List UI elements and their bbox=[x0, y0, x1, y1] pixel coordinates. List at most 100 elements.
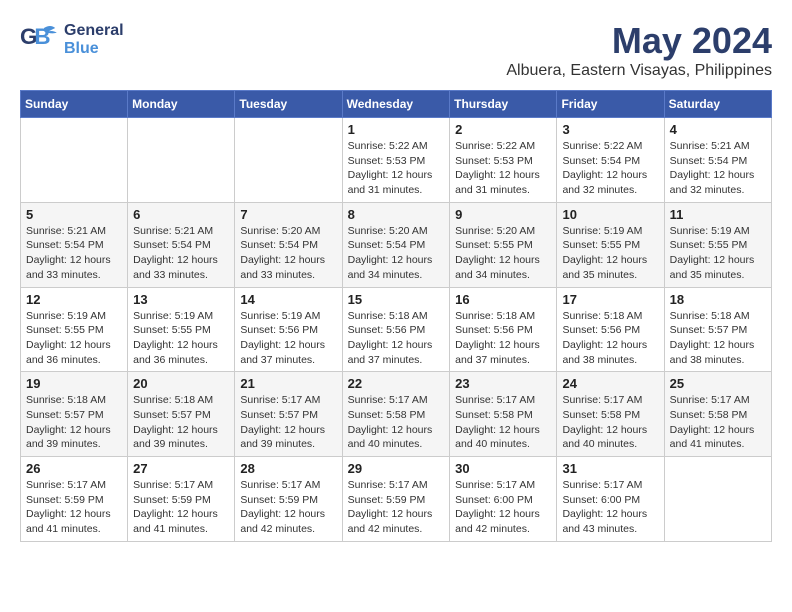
day-number: 21 bbox=[240, 376, 336, 391]
logo-label: General Blue bbox=[64, 22, 124, 57]
day-number: 13 bbox=[133, 292, 229, 307]
day-number: 30 bbox=[455, 461, 551, 476]
calendar-cell: 25 Sunrise: 5:17 AMSunset: 5:58 PMDayligh… bbox=[664, 372, 771, 457]
day-info: Sunrise: 5:22 AMSunset: 5:54 PMDaylight:… bbox=[562, 139, 658, 198]
weekday-header-tuesday: Tuesday bbox=[235, 91, 342, 118]
logo: G B General Blue bbox=[20, 20, 124, 60]
day-number: 6 bbox=[133, 207, 229, 222]
day-info: Sunrise: 5:18 AMSunset: 5:57 PMDaylight:… bbox=[26, 393, 122, 452]
calendar-cell: 15 Sunrise: 5:18 AMSunset: 5:56 PMDayligh… bbox=[342, 287, 450, 372]
day-info: Sunrise: 5:21 AMSunset: 5:54 PMDaylight:… bbox=[133, 224, 229, 283]
day-info: Sunrise: 5:17 AMSunset: 5:58 PMDaylight:… bbox=[562, 393, 658, 452]
day-number: 14 bbox=[240, 292, 336, 307]
day-info: Sunrise: 5:17 AMSunset: 5:59 PMDaylight:… bbox=[133, 478, 229, 537]
calendar-cell: 12Sunrise: 5:19 AMSunset: 5:55 PMDayligh… bbox=[21, 287, 128, 372]
day-info: Sunrise: 5:20 AMSunset: 5:54 PMDaylight:… bbox=[240, 224, 336, 283]
day-number: 26 bbox=[26, 461, 122, 476]
calendar-cell: 31 Sunrise: 5:17 AMSunset: 6:00 PMDayligh… bbox=[557, 457, 664, 542]
day-number: 16 bbox=[455, 292, 551, 307]
day-number: 10 bbox=[562, 207, 658, 222]
calendar-cell bbox=[235, 118, 342, 203]
calendar-cell: 21 Sunrise: 5:17 AMSunset: 5:57 PMDayligh… bbox=[235, 372, 342, 457]
day-number: 24 bbox=[562, 376, 658, 391]
calendar-cell: 24 Sunrise: 5:17 AMSunset: 5:58 PMDayligh… bbox=[557, 372, 664, 457]
calendar-cell: 5Sunrise: 5:21 AMSunset: 5:54 PMDaylight… bbox=[21, 202, 128, 287]
day-number: 22 bbox=[348, 376, 445, 391]
calendar-cell: 20Sunrise: 5:18 AMSunset: 5:57 PMDayligh… bbox=[128, 372, 235, 457]
week-row-2: 5Sunrise: 5:21 AMSunset: 5:54 PMDaylight… bbox=[21, 202, 772, 287]
calendar-cell: 3Sunrise: 5:22 AMSunset: 5:54 PMDaylight… bbox=[557, 118, 664, 203]
calendar-cell: 14 Sunrise: 5:19 AMSunset: 5:56 PMDayligh… bbox=[235, 287, 342, 372]
day-info: Sunrise: 5:18 AMSunset: 5:56 PMDaylight:… bbox=[455, 309, 551, 368]
calendar-cell: 11 Sunrise: 5:19 AMSunset: 5:55 PMDayligh… bbox=[664, 202, 771, 287]
calendar-cell: 30 Sunrise: 5:17 AMSunset: 6:00 PMDayligh… bbox=[450, 457, 557, 542]
day-info: Sunrise: 5:19 AMSunset: 5:56 PMDaylight:… bbox=[240, 309, 336, 368]
day-info: Sunrise: 5:17 AMSunset: 5:58 PMDaylight:… bbox=[455, 393, 551, 452]
day-number: 11 bbox=[670, 207, 766, 222]
week-row-4: 19 Sunrise: 5:18 AMSunset: 5:57 PMDayligh… bbox=[21, 372, 772, 457]
day-number: 23 bbox=[455, 376, 551, 391]
day-info: Sunrise: 5:17 AMSunset: 5:57 PMDaylight:… bbox=[240, 393, 336, 452]
calendar-cell: 1Sunrise: 5:22 AMSunset: 5:53 PMDaylight… bbox=[342, 118, 450, 203]
logo-blue-text: Blue bbox=[64, 40, 124, 58]
day-number: 28 bbox=[240, 461, 336, 476]
day-info: Sunrise: 5:17 AMSunset: 5:59 PMDaylight:… bbox=[26, 478, 122, 537]
day-info: Sunrise: 5:17 AMSunset: 6:00 PMDaylight:… bbox=[562, 478, 658, 537]
weekday-header-saturday: Saturday bbox=[664, 91, 771, 118]
calendar-cell: 2 Sunrise: 5:22 AMSunset: 5:53 PMDaylight… bbox=[450, 118, 557, 203]
logo-bird-icon: G B bbox=[20, 20, 60, 60]
day-info: Sunrise: 5:21 AMSunset: 5:54 PMDaylight:… bbox=[26, 224, 122, 283]
day-info: Sunrise: 5:17 AMSunset: 5:59 PMDaylight:… bbox=[240, 478, 336, 537]
day-info: Sunrise: 5:20 AMSunset: 5:54 PMDaylight:… bbox=[348, 224, 445, 283]
day-number: 9 bbox=[455, 207, 551, 222]
day-number: 25 bbox=[670, 376, 766, 391]
calendar-cell bbox=[128, 118, 235, 203]
logo-general-text: General bbox=[64, 22, 124, 40]
day-info: Sunrise: 5:22 AMSunset: 5:53 PMDaylight:… bbox=[455, 139, 551, 198]
calendar-cell: 17 Sunrise: 5:18 AMSunset: 5:56 PMDayligh… bbox=[557, 287, 664, 372]
calendar-cell: 22 Sunrise: 5:17 AMSunset: 5:58 PMDayligh… bbox=[342, 372, 450, 457]
calendar-cell: 18Sunrise: 5:18 AMSunset: 5:57 PMDayligh… bbox=[664, 287, 771, 372]
week-row-1: 1Sunrise: 5:22 AMSunset: 5:53 PMDaylight… bbox=[21, 118, 772, 203]
day-number: 15 bbox=[348, 292, 445, 307]
calendar-cell: 4 Sunrise: 5:21 AMSunset: 5:54 PMDaylight… bbox=[664, 118, 771, 203]
weekday-header-row: SundayMondayTuesdayWednesdayThursdayFrid… bbox=[21, 91, 772, 118]
weekday-header-thursday: Thursday bbox=[450, 91, 557, 118]
weekday-header-sunday: Sunday bbox=[21, 91, 128, 118]
subtitle: Albuera, Eastern Visayas, Philippines bbox=[506, 62, 772, 80]
calendar-cell: 26 Sunrise: 5:17 AMSunset: 5:59 PMDayligh… bbox=[21, 457, 128, 542]
day-number: 17 bbox=[562, 292, 658, 307]
week-row-3: 12Sunrise: 5:19 AMSunset: 5:55 PMDayligh… bbox=[21, 287, 772, 372]
day-info: Sunrise: 5:17 AMSunset: 6:00 PMDaylight:… bbox=[455, 478, 551, 537]
day-info: Sunrise: 5:18 AMSunset: 5:56 PMDaylight:… bbox=[562, 309, 658, 368]
day-number: 4 bbox=[670, 122, 766, 137]
day-number: 8 bbox=[348, 207, 445, 222]
day-info: Sunrise: 5:19 AMSunset: 5:55 PMDaylight:… bbox=[562, 224, 658, 283]
calendar-cell: 19 Sunrise: 5:18 AMSunset: 5:57 PMDayligh… bbox=[21, 372, 128, 457]
header: G B General Blue May 2024 Albuera, Easte… bbox=[20, 20, 772, 80]
day-info: Sunrise: 5:22 AMSunset: 5:53 PMDaylight:… bbox=[348, 139, 445, 198]
calendar-cell: 7 Sunrise: 5:20 AMSunset: 5:54 PMDaylight… bbox=[235, 202, 342, 287]
calendar-cell: 23 Sunrise: 5:17 AMSunset: 5:58 PMDayligh… bbox=[450, 372, 557, 457]
day-info: Sunrise: 5:18 AMSunset: 5:57 PMDaylight:… bbox=[670, 309, 766, 368]
weekday-header-monday: Monday bbox=[128, 91, 235, 118]
calendar-cell: 13 Sunrise: 5:19 AMSunset: 5:55 PMDayligh… bbox=[128, 287, 235, 372]
day-info: Sunrise: 5:17 AMSunset: 5:59 PMDaylight:… bbox=[348, 478, 445, 537]
calendar-cell: 16 Sunrise: 5:18 AMSunset: 5:56 PMDayligh… bbox=[450, 287, 557, 372]
day-info: Sunrise: 5:17 AMSunset: 5:58 PMDaylight:… bbox=[348, 393, 445, 452]
day-info: Sunrise: 5:19 AMSunset: 5:55 PMDaylight:… bbox=[133, 309, 229, 368]
day-info: Sunrise: 5:17 AMSunset: 5:58 PMDaylight:… bbox=[670, 393, 766, 452]
day-number: 7 bbox=[240, 207, 336, 222]
day-info: Sunrise: 5:19 AMSunset: 5:55 PMDaylight:… bbox=[670, 224, 766, 283]
calendar-cell: 27 Sunrise: 5:17 AMSunset: 5:59 PMDayligh… bbox=[128, 457, 235, 542]
calendar-cell: 10 Sunrise: 5:19 AMSunset: 5:55 PMDayligh… bbox=[557, 202, 664, 287]
day-number: 31 bbox=[562, 461, 658, 476]
day-number: 19 bbox=[26, 376, 122, 391]
day-info: Sunrise: 5:21 AMSunset: 5:54 PMDaylight:… bbox=[670, 139, 766, 198]
day-info: Sunrise: 5:18 AMSunset: 5:56 PMDaylight:… bbox=[348, 309, 445, 368]
day-number: 27 bbox=[133, 461, 229, 476]
week-row-5: 26 Sunrise: 5:17 AMSunset: 5:59 PMDayligh… bbox=[21, 457, 772, 542]
calendar-cell: 28 Sunrise: 5:17 AMSunset: 5:59 PMDayligh… bbox=[235, 457, 342, 542]
calendar-cell bbox=[664, 457, 771, 542]
day-number: 2 bbox=[455, 122, 551, 137]
